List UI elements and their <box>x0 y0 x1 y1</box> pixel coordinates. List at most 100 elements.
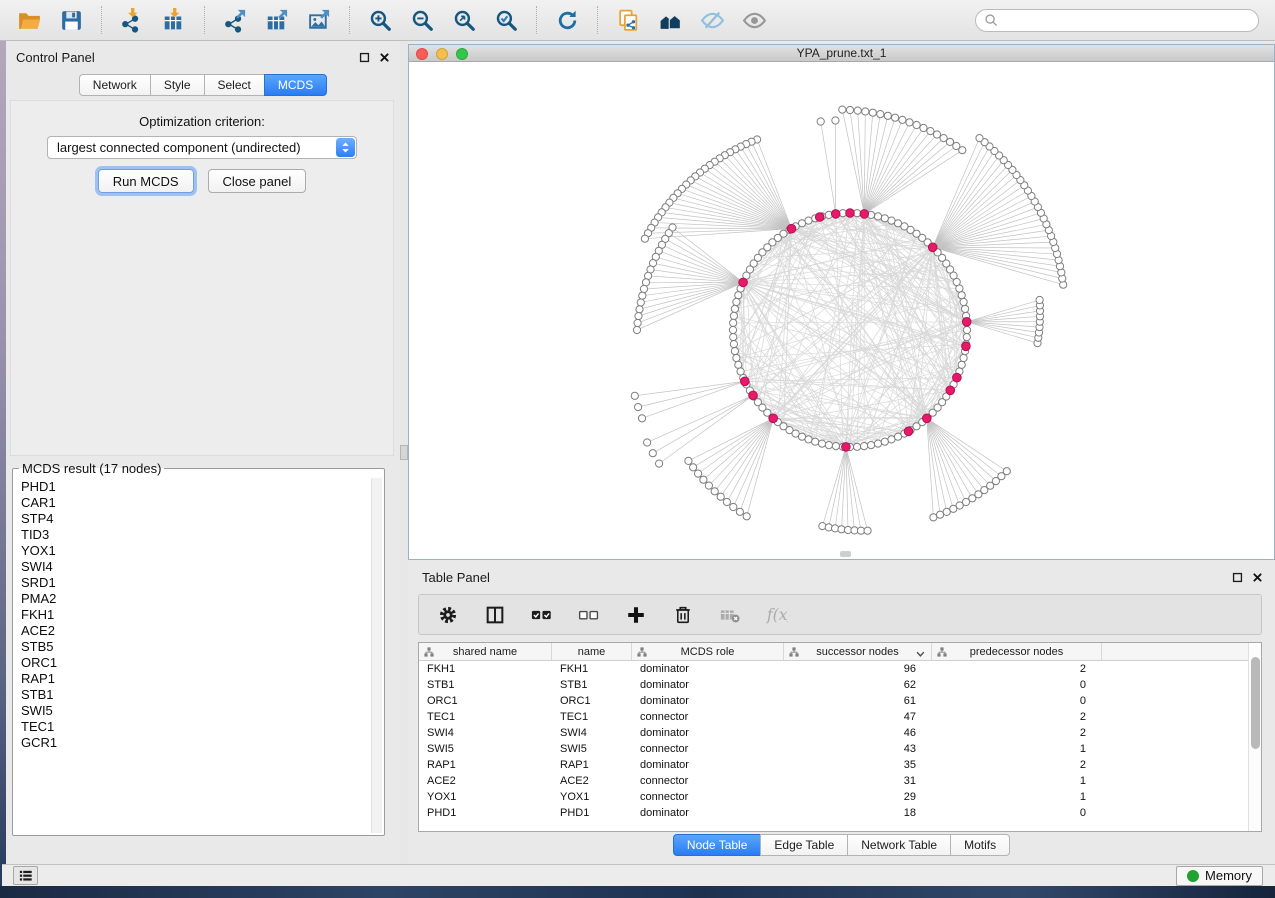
criterion-select[interactable]: largest connected component (undirected) <box>47 136 357 159</box>
import-table-button[interactable] <box>158 4 190 36</box>
mcds-hub-node[interactable] <box>962 318 971 327</box>
show-all-button[interactable] <box>738 4 770 36</box>
tab-network-table[interactable]: Network Table <box>847 834 951 856</box>
column-header-predecessor-nodes[interactable]: predecessor nodes <box>932 643 1102 660</box>
mcds-result-item[interactable]: RAP1 <box>21 671 376 687</box>
network-node[interactable] <box>888 217 895 224</box>
mcds-result-item[interactable]: ORC1 <box>21 655 376 671</box>
network-node[interactable] <box>705 482 712 489</box>
network-node[interactable] <box>723 498 730 505</box>
mcds-hub-node[interactable] <box>787 224 796 233</box>
mcds-hub-node[interactable] <box>860 210 869 219</box>
mcds-result-item[interactable]: YOX1 <box>21 543 376 559</box>
network-node[interactable] <box>733 354 740 361</box>
network-node[interactable] <box>861 443 868 450</box>
tab-motifs[interactable]: Motifs <box>950 834 1010 856</box>
network-node[interactable] <box>637 299 644 306</box>
zoom-window-button[interactable] <box>456 48 468 60</box>
zoom-out-button[interactable] <box>406 4 438 36</box>
delete-row-button[interactable] <box>672 604 694 626</box>
network-node[interactable] <box>731 348 738 355</box>
save-button[interactable] <box>55 4 87 36</box>
network-canvas[interactable] <box>409 62 1274 559</box>
mcds-hub-node[interactable] <box>946 386 955 395</box>
tab-style[interactable]: Style <box>150 74 205 96</box>
network-node[interactable] <box>884 112 891 119</box>
network-node[interactable] <box>633 326 640 333</box>
mcds-result-item[interactable]: FKH1 <box>21 607 376 623</box>
network-node[interactable] <box>881 438 888 445</box>
tab-select[interactable]: Select <box>204 74 265 96</box>
status-menu-button[interactable] <box>13 866 38 885</box>
network-node[interactable] <box>730 341 737 348</box>
network-node[interactable] <box>641 235 648 242</box>
table-row[interactable]: SWI4SWI4dominator462 <box>419 725 1248 741</box>
close-panel-icon[interactable] <box>379 52 390 63</box>
network-node[interactable] <box>832 117 839 124</box>
network-node[interactable] <box>943 508 950 515</box>
network-node[interactable] <box>736 508 743 515</box>
mcds-hub-node[interactable] <box>928 243 937 252</box>
network-node[interactable] <box>730 319 737 326</box>
network-node[interactable] <box>743 513 750 520</box>
network-from-selection-button[interactable] <box>612 4 644 36</box>
network-node[interactable] <box>906 119 913 126</box>
network-node[interactable] <box>869 109 876 116</box>
network-node[interactable] <box>846 106 853 113</box>
network-node[interactable] <box>640 285 647 292</box>
network-node[interactable] <box>634 319 641 326</box>
network-node[interactable] <box>735 361 742 368</box>
network-node[interactable] <box>963 334 970 341</box>
network-node[interactable] <box>976 135 983 142</box>
close-panel-button[interactable]: Close panel <box>208 169 307 193</box>
table-row[interactable]: YOX1YOX1connector291 <box>419 789 1248 805</box>
export-image-button[interactable] <box>303 4 335 36</box>
select-all-button[interactable] <box>531 604 553 626</box>
network-node[interactable] <box>862 108 869 115</box>
toggle-columns-button[interactable] <box>484 604 506 626</box>
network-node[interactable] <box>690 464 697 471</box>
network-node[interactable] <box>877 111 884 118</box>
table-scrollbar[interactable] <box>1248 643 1261 831</box>
table-row[interactable]: ACE2ACE2connector311 <box>419 773 1248 789</box>
mcds-result-item[interactable]: PMA2 <box>21 591 376 607</box>
network-node[interactable] <box>874 440 881 447</box>
network-node[interactable] <box>962 305 969 312</box>
search-input[interactable] <box>1004 14 1250 28</box>
mcds-hub-node[interactable] <box>842 443 851 452</box>
mcds-result-item[interactable]: TEC1 <box>21 719 376 735</box>
mcds-result-item[interactable]: SWI5 <box>21 703 376 719</box>
network-node[interactable] <box>636 306 643 313</box>
network-node[interactable] <box>635 313 642 320</box>
memory-button[interactable]: Memory <box>1176 866 1263 886</box>
float-panel-icon[interactable] <box>359 52 370 63</box>
mcds-list-scrollbar[interactable] <box>371 478 382 833</box>
add-row-button[interactable] <box>625 604 647 626</box>
network-node[interactable] <box>868 442 875 449</box>
network-node[interactable] <box>825 442 832 449</box>
mcds-hub-node[interactable] <box>769 414 778 423</box>
network-node[interactable] <box>913 121 920 128</box>
mcds-result-item[interactable]: SRD1 <box>21 575 376 591</box>
tab-mcds[interactable]: MCDS <box>264 74 327 96</box>
network-node[interactable] <box>817 118 824 125</box>
table-row[interactable]: RAP1RAP1dominator352 <box>419 757 1248 773</box>
network-node[interactable] <box>711 488 718 495</box>
network-node[interactable] <box>649 450 656 457</box>
network-node[interactable] <box>927 128 934 135</box>
splitter-handle[interactable] <box>400 445 408 460</box>
network-node[interactable] <box>805 436 812 443</box>
network-node[interactable] <box>940 135 947 142</box>
open-file-button[interactable] <box>13 4 45 36</box>
mcds-result-item[interactable]: TID3 <box>21 527 376 543</box>
close-table-panel-icon[interactable] <box>1252 572 1263 583</box>
panel-splitter[interactable] <box>400 41 408 864</box>
network-node[interactable] <box>963 326 970 333</box>
network-node[interactable] <box>839 106 846 113</box>
network-node[interactable] <box>644 439 651 446</box>
network-node[interactable] <box>892 114 899 121</box>
network-node[interactable] <box>730 312 737 319</box>
tab-node-table[interactable]: Node Table <box>673 834 762 856</box>
network-graph[interactable] <box>409 62 1274 559</box>
table-row[interactable]: SWI5SWI5connector431 <box>419 741 1248 757</box>
